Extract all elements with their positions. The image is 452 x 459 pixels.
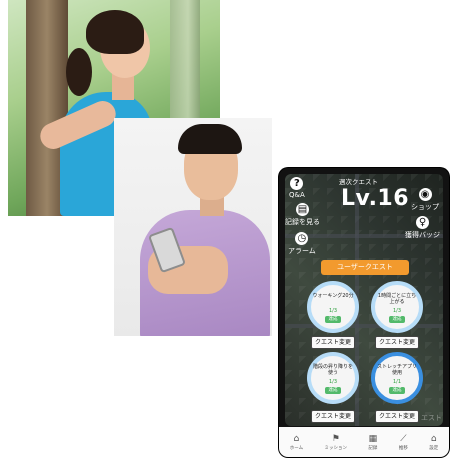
- chart-icon: ⟋: [400, 433, 407, 444]
- film-icon: ▤: [296, 203, 309, 216]
- tab-trend[interactable]: ⟋ 推移: [399, 434, 408, 451]
- tab-home[interactable]: ⌂ ホーム: [290, 434, 303, 451]
- shop-button[interactable]: ◉ ショップ: [411, 188, 439, 212]
- coins-icon: ◉: [418, 188, 432, 201]
- background-watermark: エスト: [421, 414, 442, 422]
- quest-change-button[interactable]: クエスト変更: [375, 410, 419, 423]
- calendar-icon: ▦: [368, 433, 378, 444]
- user-quest-button[interactable]: ユーザークエスト: [321, 260, 409, 275]
- house-icon: ⌂: [430, 433, 437, 444]
- smartphone-user-photo: [114, 118, 272, 336]
- badge-icon: ♀: [416, 216, 429, 229]
- stopwatch-icon: ◷: [295, 232, 309, 245]
- tab-record[interactable]: ▦ 記録: [368, 434, 377, 451]
- quest-progress-ring: [371, 281, 423, 333]
- question-icon: ?: [290, 177, 304, 190]
- tab-mission[interactable]: ⚑ ミッション: [325, 434, 348, 451]
- record-button[interactable]: ▤ 記録を見る: [285, 203, 320, 227]
- quest-title: 週次クエスト: [339, 178, 378, 186]
- quest-card[interactable]: ウォーキング20分 1/3 達成: [307, 281, 363, 341]
- quest-progress-ring: [371, 352, 423, 404]
- flag-icon: ⚑: [331, 433, 340, 444]
- badge-button[interactable]: ♀ 獲得バッジ: [405, 216, 440, 240]
- quest-change-button[interactable]: クエスト変更: [311, 410, 355, 423]
- bottom-tab-bar: ⌂ ホーム ⚑ ミッション ▦ 記録 ⟋ 推移 ⌂ 設定: [279, 427, 449, 457]
- quest-change-button[interactable]: クエスト変更: [311, 336, 355, 349]
- quest-card[interactable]: 階段の昇り降りを使う 1/3 達成: [307, 352, 363, 412]
- level-display: Lv.16: [341, 186, 410, 211]
- quest-change-button[interactable]: クエスト変更: [375, 336, 419, 349]
- quest-progress-ring: [307, 352, 359, 404]
- home-icon: ⌂: [293, 433, 300, 444]
- tab-settings[interactable]: ⌂ 設定: [429, 434, 438, 451]
- quest-card[interactable]: 1時間ごとに立ち上がる 1/3 達成: [371, 281, 427, 341]
- quest-progress-ring: [307, 281, 359, 333]
- qa-button[interactable]: ? Q&A: [289, 177, 305, 199]
- quest-card[interactable]: ストレッチアプリ使用 1/1 達成: [371, 352, 427, 412]
- alarm-button[interactable]: ◷ アラーム: [288, 232, 316, 256]
- app-phone-screen: ? Q&A ▤ 記録を見る ◷ アラーム 週次クエスト Lv.16 ◉ ショップ…: [279, 168, 449, 457]
